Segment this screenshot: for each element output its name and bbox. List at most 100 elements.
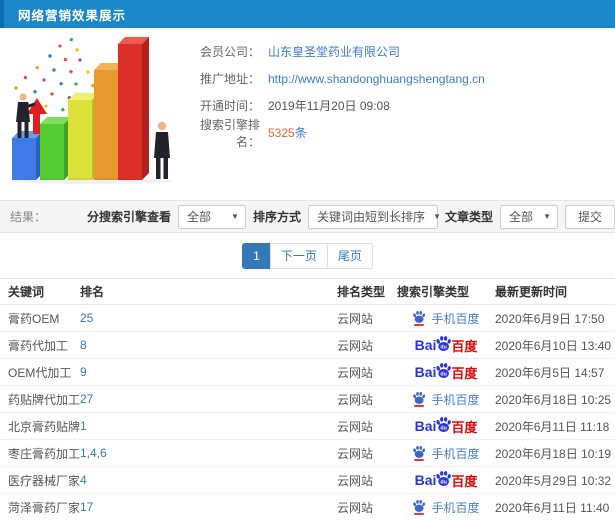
next-page-button[interactable]: 下一页 (269, 242, 328, 269)
rank-type-cell: 云网站 (337, 304, 397, 332)
table-row: 膏药OEM 25 云网站 手机百度 2020年6月9日 17:50 (0, 304, 615, 332)
table-row: 北京膏药贴牌 1 云网站 Bai du 百度 2020年6月11日 11:18 (0, 412, 615, 440)
article-type-label: 文章类型 (444, 210, 493, 224)
baidu-pc-logo: Bai du 百度 (415, 335, 478, 356)
engine-cell: 手机百度 (397, 439, 495, 467)
table-row: 药贴牌代加工 27 云网站 手机百度 2020年6月18日 10:25 (0, 385, 615, 413)
mobile-baidu-logo: 手机百度 (412, 391, 480, 408)
header-rank: 排名 (80, 278, 337, 305)
page-title: 网络营销效果展示 (18, 8, 127, 23)
rank-link[interactable]: 27 (80, 392, 93, 406)
rank-link[interactable]: 9 (80, 365, 87, 379)
baidu-pc-logo: Bai du 百度 (414, 362, 478, 383)
page-1-button[interactable]: 1 (242, 242, 271, 269)
updated-cell: 2020年6月5日 14:57 (495, 358, 615, 386)
engine-cell: 手机百度 (397, 304, 495, 332)
header-updated: 最新更新时间 (495, 278, 615, 305)
mobile-baidu-paw-icon (412, 499, 426, 515)
mobile-baidu-paw-icon (412, 391, 426, 407)
promotion-url-link[interactable]: http://www.shandonghuangshengtang.cn (268, 72, 485, 86)
article-type-select[interactable]: 全部 ▼ (500, 204, 558, 229)
businessman-right (154, 121, 170, 179)
mobile-baidu-label: 手机百度 (431, 446, 480, 461)
rank-type-cell: 云网站 (337, 331, 397, 359)
baidu-cn-text: 百度 (451, 365, 478, 381)
url-label: 推广地址： (199, 72, 260, 86)
updated-cell: 2020年5月29日 10:32 (495, 466, 615, 494)
baidu-bai-text: Bai (414, 418, 437, 434)
table-row: 医疗器械厂家 4 云网站 Bai du 百度 2020年5月29日 10:32 (0, 466, 615, 494)
sort-filter-value: 关键词由短到长排序 (316, 210, 425, 224)
baidu-paw-icon: du (436, 335, 452, 351)
ranking-count-unit: 条 (294, 126, 307, 140)
keyword-rank-table: 关键词 排名 排名类型 搜索引擎类型 最新更新时间 膏药OEM 25 云网站 手… (0, 278, 615, 520)
ranking-count-number: 5325 (268, 126, 295, 140)
svg-text:du: du (441, 479, 447, 485)
rank-link[interactable]: 1,4,6 (80, 446, 107, 460)
mobile-baidu-label: 手机百度 (431, 311, 480, 326)
rank-link[interactable]: 4 (80, 473, 87, 487)
keyword-cell: 北京膏药贴牌 (0, 412, 80, 440)
svg-text:du: du (441, 425, 447, 431)
baidu-cn-text: 百度 (451, 338, 478, 354)
keyword-cell: 膏药代加工 (0, 331, 80, 359)
svg-text:du: du (441, 344, 447, 350)
keyword-cell: 药贴牌代加工 (0, 385, 80, 413)
rank-link[interactable]: 17 (80, 500, 93, 514)
rank-type-cell: 云网站 (337, 358, 397, 386)
info-row-company: 会员公司： 山东皇圣堂药业有限公司 (178, 38, 615, 65)
info-row-ranking-count: 搜索引擎排名： 5325条 (178, 118, 615, 149)
engine-cell: Bai du 百度 (397, 412, 495, 440)
updated-cell: 2020年6月18日 10:19 (495, 439, 615, 467)
table-row: 膏药代加工 8 云网站 Bai du 百度 2020年6月10日 13:40 (0, 331, 615, 359)
rank-type-cell: 云网站 (337, 466, 397, 494)
company-label: 会员公司： (199, 45, 260, 59)
rank-link[interactable]: 8 (80, 338, 87, 352)
company-link[interactable]: 山东皇圣堂药业有限公司 (268, 43, 400, 60)
engine-filter-value: 全部 (186, 210, 211, 224)
ranking-count-label: 搜索引擎排名： (199, 117, 260, 149)
rank-link[interactable]: 25 (80, 311, 93, 325)
mobile-baidu-label: 手机百度 (431, 500, 480, 515)
baidu-cn-text: 百度 (451, 419, 478, 435)
submit-button[interactable]: 提交 (565, 204, 615, 229)
baidu-bai-text: Bai (414, 364, 437, 380)
table-row: 枣庄膏药加工 1,4,6 云网站 手机百度 2020年6月18日 10:19 (0, 439, 615, 467)
growth-chart-illustration (12, 37, 172, 184)
header-rank-type: 排名类型 (337, 278, 397, 305)
last-page-button[interactable]: 尾页 (326, 242, 373, 269)
table-row: 菏泽膏药厂家 17 云网站 手机百度 2020年6月11日 11:40 (0, 493, 615, 520)
open-time-label: 开通时间： (199, 99, 260, 113)
engine-cell: 手机百度 (397, 493, 495, 520)
sort-filter-label: 排序方式 (252, 210, 301, 224)
open-time-value: 2019年11月20日 09:08 (268, 99, 390, 113)
mobile-baidu-label: 手机百度 (431, 392, 480, 407)
chevron-down-icon: ▼ (433, 212, 441, 221)
engine-cell: Bai du 百度 (397, 466, 495, 494)
table-row: OEM代加工 9 云网站 Bai du 百度 2020年6月5日 14:57 (0, 358, 615, 386)
baidu-pc-logo: Bai du 百度 (414, 470, 477, 491)
company-info-section: 会员公司： 山东皇圣堂药业有限公司 推广地址： http://www.shand… (0, 28, 615, 200)
engine-cell: Bai du 百度 (397, 358, 495, 386)
sort-filter-select[interactable]: 关键词由短到长排序 ▼ (307, 204, 441, 229)
keyword-cell: OEM代加工 (0, 358, 80, 386)
keyword-cell: 膏药OEM (0, 304, 80, 332)
mobile-baidu-paw-icon (412, 310, 426, 326)
engine-cell: Bai du 百度 (397, 331, 495, 359)
rank-type-cell: 云网站 (337, 493, 397, 520)
engine-filter-select[interactable]: 全部 ▼ (177, 204, 246, 229)
updated-cell: 2020年6月18日 10:25 (495, 385, 615, 413)
article-type-value: 全部 (509, 210, 534, 224)
baidu-bai-text: Bai (414, 472, 437, 488)
rank-link[interactable]: 1 (80, 419, 87, 433)
chevron-down-icon: ▼ (231, 212, 239, 221)
rank-type-cell: 云网站 (337, 439, 397, 467)
updated-cell: 2020年6月9日 17:50 (495, 304, 615, 332)
result-label: 结果： (10, 210, 47, 224)
keyword-cell: 枣庄膏药加工 (0, 439, 80, 467)
company-info-list: 会员公司： 山东皇圣堂药业有限公司 推广地址： http://www.shand… (178, 38, 615, 149)
ranking-count-value: 5325条 (268, 124, 307, 141)
info-row-url: 推广地址： http://www.shandonghuangshengtang.… (178, 65, 615, 92)
rank-type-cell: 云网站 (337, 412, 397, 440)
baidu-paw-icon: du (436, 362, 452, 378)
